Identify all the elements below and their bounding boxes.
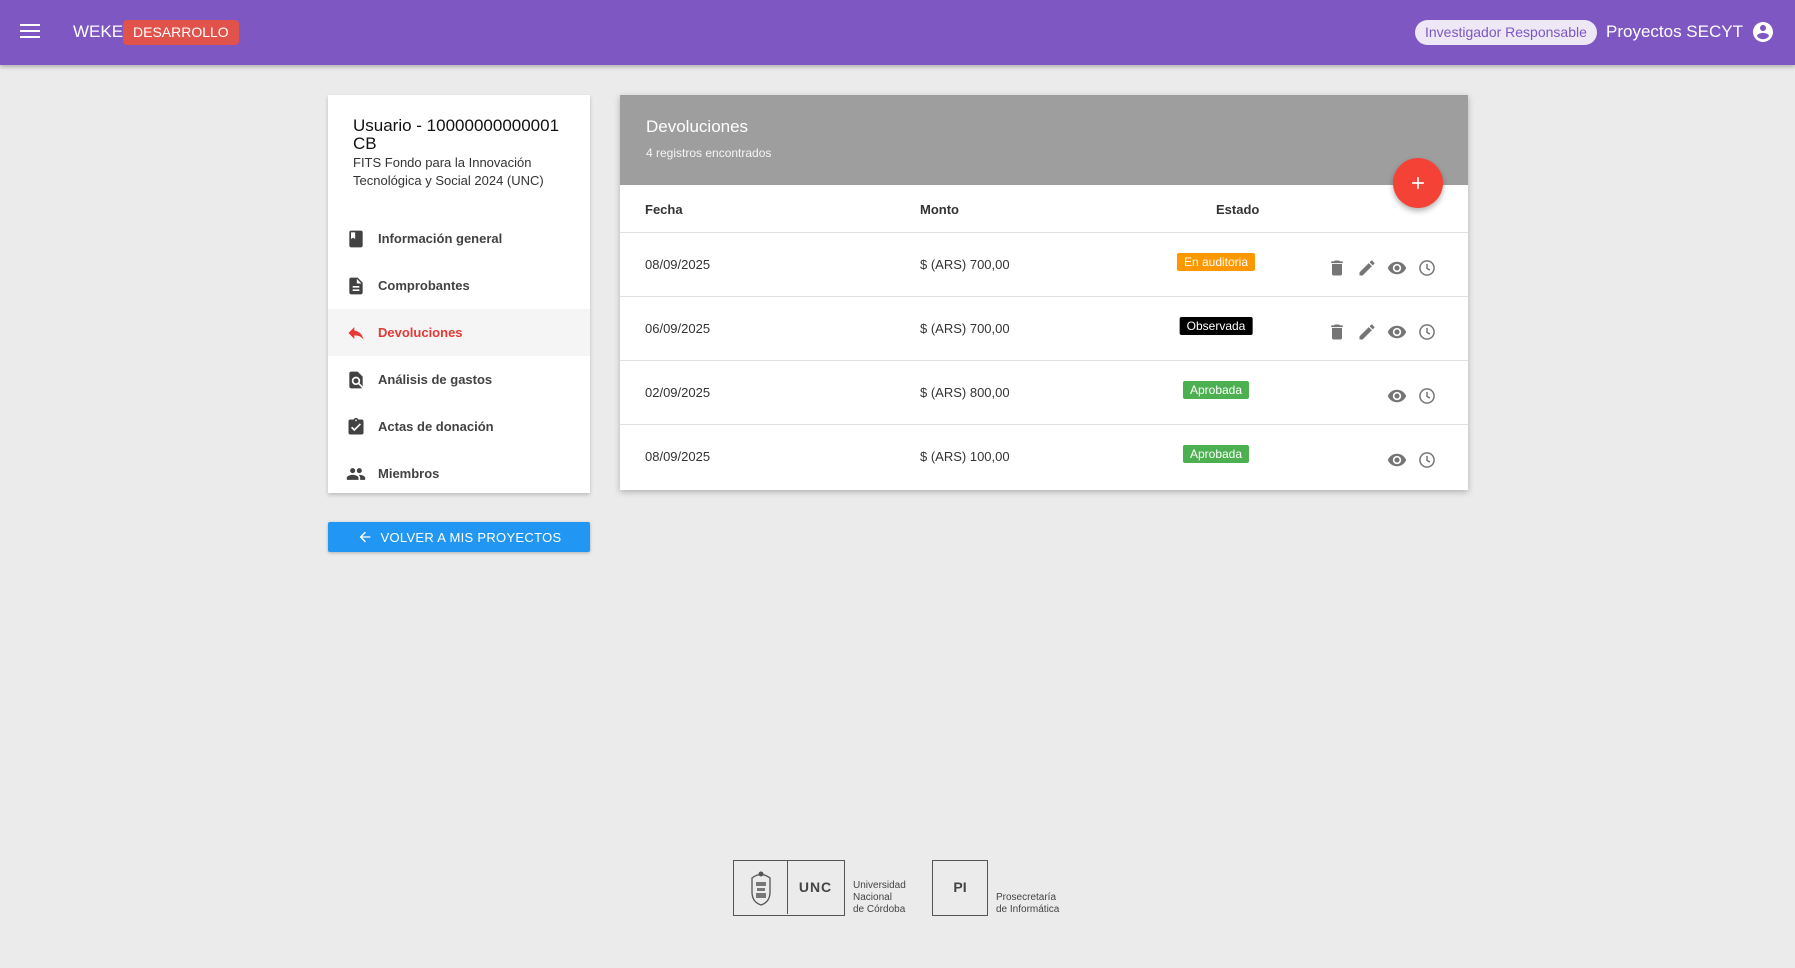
cell-monto: $ (ARS) 700,00: [920, 321, 1010, 336]
history-icon[interactable]: [1416, 385, 1438, 407]
user-title: Usuario - 10000000000001CB: [353, 116, 560, 153]
sidebar-item-label: Miembros: [378, 466, 440, 481]
cell-fecha: 06/09/2025: [645, 321, 711, 336]
top-app-bar: WEKE DESARROLLO Investigador Responsable…: [0, 0, 1795, 65]
pi-name: Prosecretaría de Informática: [996, 892, 1059, 916]
table-header: Fecha Monto Estado: [620, 185, 1468, 233]
cell-monto: $ (ARS) 100,00: [920, 449, 1010, 464]
view-icon[interactable]: [1386, 321, 1408, 343]
column-header-fecha[interactable]: Fecha: [645, 202, 683, 217]
row-actions: [1386, 385, 1438, 407]
reply-icon: [348, 326, 364, 340]
project-sidebar: Usuario - 10000000000001CB FITS Fondo pa…: [328, 95, 590, 493]
view-icon[interactable]: [1386, 385, 1408, 407]
unc-logo: UNC: [733, 860, 845, 916]
pi-logo: PI: [932, 860, 988, 916]
sidebar-item-comprobantes[interactable]: Comprobantes: [328, 262, 590, 309]
arrow-back-icon: [359, 531, 370, 543]
find-in-page-icon: [349, 371, 363, 388]
status-badge: Observada: [1179, 317, 1253, 335]
back-button-label: VOLVER A MIS PROYECTOS: [380, 529, 562, 545]
account-circle-icon[interactable]: [1751, 20, 1775, 44]
table-row: 08/09/2025 $ (ARS) 700,00 En auditoria: [620, 233, 1468, 297]
records-count: 4 registros encontrados: [646, 146, 772, 160]
sidebar-item-miembros[interactable]: Miembros: [328, 450, 590, 497]
table-row: 02/09/2025 $ (ARS) 800,00 Aprobada: [620, 361, 1468, 425]
view-icon[interactable]: [1386, 257, 1408, 279]
environment-badge: DESARROLLO: [123, 20, 239, 45]
devoluciones-card: Devoluciones 4 registros encontrados Fec…: [620, 95, 1468, 490]
column-header-estado[interactable]: Estado: [1216, 202, 1259, 217]
status-badge: Aprobada: [1182, 445, 1250, 463]
back-to-projects-button[interactable]: VOLVER A MIS PROYECTOS: [328, 522, 590, 552]
unc-name-line: Universidad: [853, 880, 906, 891]
app-name: WEKE: [73, 22, 124, 41]
table-row: 08/09/2025 $ (ARS) 100,00 Aprobada: [620, 425, 1468, 489]
pi-name-line: Prosecretaría: [996, 892, 1057, 903]
sidebar-item-actas-de-donacion[interactable]: Actas de donación: [328, 403, 590, 450]
delete-icon[interactable]: [1326, 321, 1348, 343]
history-icon[interactable]: [1416, 321, 1438, 343]
sidebar-item-label: Comprobantes: [378, 278, 470, 293]
sidebar-item-devoluciones[interactable]: Devoluciones: [328, 309, 590, 356]
sidebar-item-label: Actas de donación: [378, 419, 494, 434]
header-title[interactable]: Proyectos SECYT: [1606, 22, 1743, 42]
sidebar-item-label: Devoluciones: [378, 325, 463, 340]
history-icon[interactable]: [1416, 449, 1438, 471]
cell-fecha: 08/09/2025: [645, 449, 711, 464]
card-title: Devoluciones: [646, 117, 749, 136]
menu-icon[interactable]: [18, 19, 42, 43]
footer-logos: UNC Universidad Nacional de Córdoba PI P…: [733, 860, 1063, 916]
sidebar-item-informacion-general[interactable]: Información general: [328, 215, 590, 262]
pi-name-line: de Informática: [996, 904, 1060, 915]
unc-crest-icon: [734, 861, 788, 914]
book-icon: [349, 230, 363, 247]
cell-fecha: 02/09/2025: [645, 385, 711, 400]
row-actions: [1326, 257, 1438, 279]
role-chip[interactable]: Investigador Responsable: [1415, 20, 1597, 45]
card-header: Devoluciones 4 registros encontrados: [620, 95, 1468, 185]
row-actions: [1326, 321, 1438, 343]
cell-monto: $ (ARS) 800,00: [920, 385, 1010, 400]
people-icon: [346, 467, 366, 480]
sidebar-nav: Información general Comprobantes Devoluc…: [328, 215, 590, 497]
assignment-check-icon: [348, 417, 364, 434]
delete-icon[interactable]: [1326, 257, 1348, 279]
status-badge: Aprobada: [1182, 381, 1250, 399]
sidebar-item-analisis-de-gastos[interactable]: Análisis de gastos: [328, 356, 590, 403]
history-icon[interactable]: [1416, 257, 1438, 279]
view-icon[interactable]: [1386, 449, 1408, 471]
edit-icon[interactable]: [1356, 257, 1378, 279]
cell-monto: $ (ARS) 700,00: [920, 257, 1010, 272]
description-icon: [349, 277, 363, 294]
sidebar-item-label: Análisis de gastos: [378, 372, 493, 387]
edit-icon[interactable]: [1356, 321, 1378, 343]
column-header-monto[interactable]: Monto: [920, 202, 959, 217]
project-name: FITS Fondo para la Innovación Tecnológic…: [353, 155, 544, 188]
table-row: 06/09/2025 $ (ARS) 700,00 Observada: [620, 297, 1468, 361]
status-badge: En auditoria: [1176, 253, 1256, 271]
unc-name-line: de Córdoba: [853, 904, 906, 915]
cell-fecha: 08/09/2025: [645, 257, 711, 272]
unc-abbr: UNC: [798, 879, 833, 895]
sidebar-item-label: Información general: [378, 231, 503, 246]
row-actions: [1386, 449, 1438, 471]
unc-name: Universidad Nacional de Córdoba: [853, 880, 906, 916]
unc-name-line: Nacional: [853, 892, 892, 903]
